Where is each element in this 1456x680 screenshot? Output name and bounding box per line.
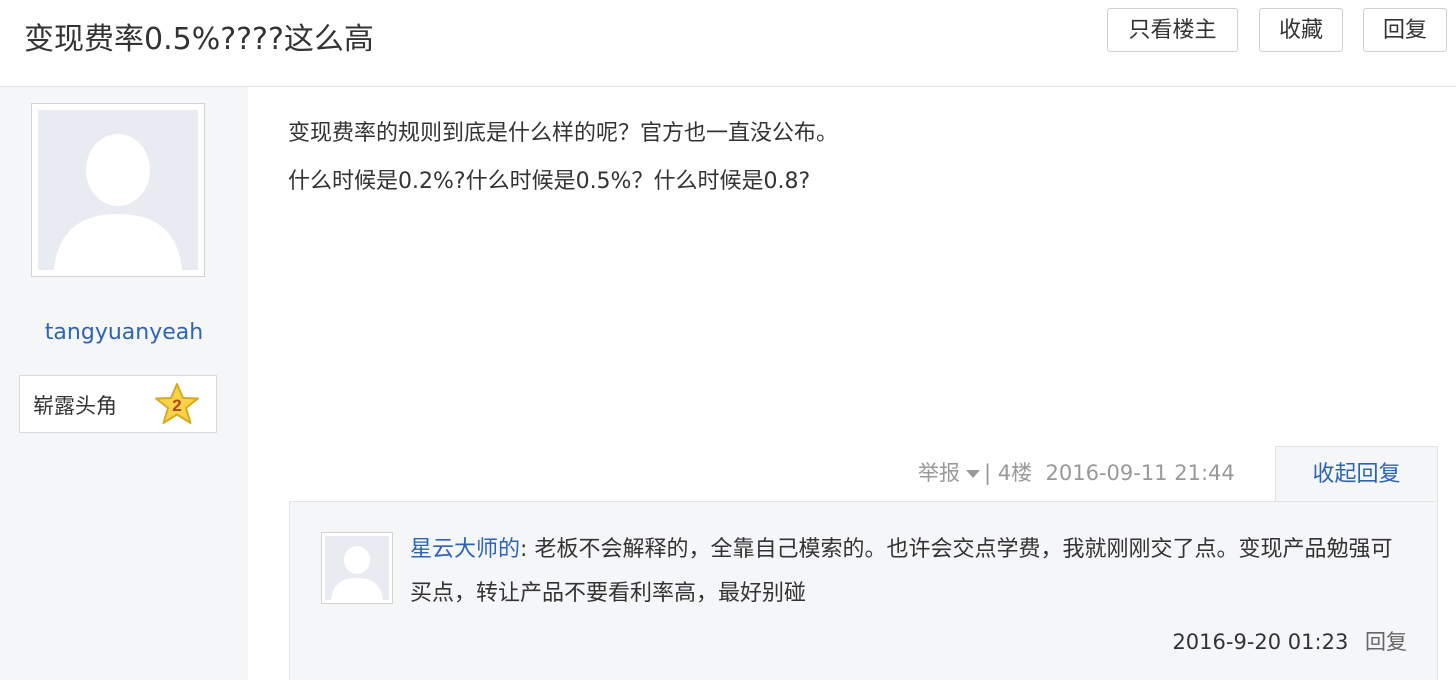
rank-label: 崭露头角: [33, 394, 117, 418]
post-datetime: 2016-09-11 21:44: [1045, 461, 1235, 485]
reply-button[interactable]: 回复: [1363, 8, 1447, 52]
username-link[interactable]: tangyuanyeah: [0, 320, 248, 345]
post-meta: 举报 | 4楼 2016-09-11 21:44: [918, 457, 1235, 487]
thread-header: 变现费率0.5%????这么高 只看楼主 收藏 回复: [0, 0, 1456, 87]
thread-title: 变现费率0.5%????这么高: [24, 22, 374, 57]
avatar[interactable]: [31, 103, 205, 277]
collapse-replies-button[interactable]: 收起回复: [1275, 446, 1438, 502]
caret-down-icon[interactable]: [966, 470, 980, 478]
reply-link[interactable]: 回复: [1365, 630, 1407, 654]
floor-number: 4楼: [997, 461, 1033, 485]
reply-avatar[interactable]: [321, 532, 393, 604]
user-rank-badge: 崭露头角 2: [19, 375, 217, 433]
reply-datetime: 2016-9-20 01:23: [1172, 630, 1349, 654]
reply-footer: 2016-9-20 01:23 回复: [1172, 626, 1407, 656]
post-line: 变现费率的规则到底是什么样的呢？官方也一直没公布。: [288, 121, 839, 146]
only-op-button[interactable]: 只看楼主: [1107, 8, 1238, 52]
reply-content: 星云大师的: 老板不会解释的，全靠自己模索的。也许会交点学费，我就刚刚交了点。变…: [410, 528, 1400, 616]
post-content: 变现费率的规则到底是什么样的呢？官方也一直没公布。 什么时候是0.2%?什么时候…: [288, 110, 838, 206]
user-sidebar: tangyuanyeah 崭露头角 2: [0, 87, 248, 680]
favorite-button[interactable]: 收藏: [1259, 8, 1343, 52]
post-line: 什么时候是0.2%?什么时候是0.5%？什么时候是0.8?: [288, 169, 811, 194]
reply-text: 老板不会解释的，全靠自己模索的。也许会交点学费，我就刚刚交了点。变现产品勉强可买…: [410, 537, 1393, 606]
reply-author-link[interactable]: 星云大师的: [410, 537, 520, 562]
meta-separator: |: [984, 461, 992, 485]
default-avatar-icon: [325, 536, 389, 600]
default-avatar-icon: [38, 110, 198, 270]
report-link[interactable]: 举报: [918, 461, 960, 485]
thread-page: 变现费率0.5%????这么高 只看楼主 收藏 回复 tangyuanyeah …: [0, 0, 1456, 680]
reply-colon: :: [520, 537, 528, 562]
star-badge-icon: 2: [155, 383, 199, 424]
reply-panel: 星云大师的: 老板不会解释的，全靠自己模索的。也许会交点学费，我就刚刚交了点。变…: [289, 501, 1438, 680]
rank-level: 2: [172, 396, 181, 415]
